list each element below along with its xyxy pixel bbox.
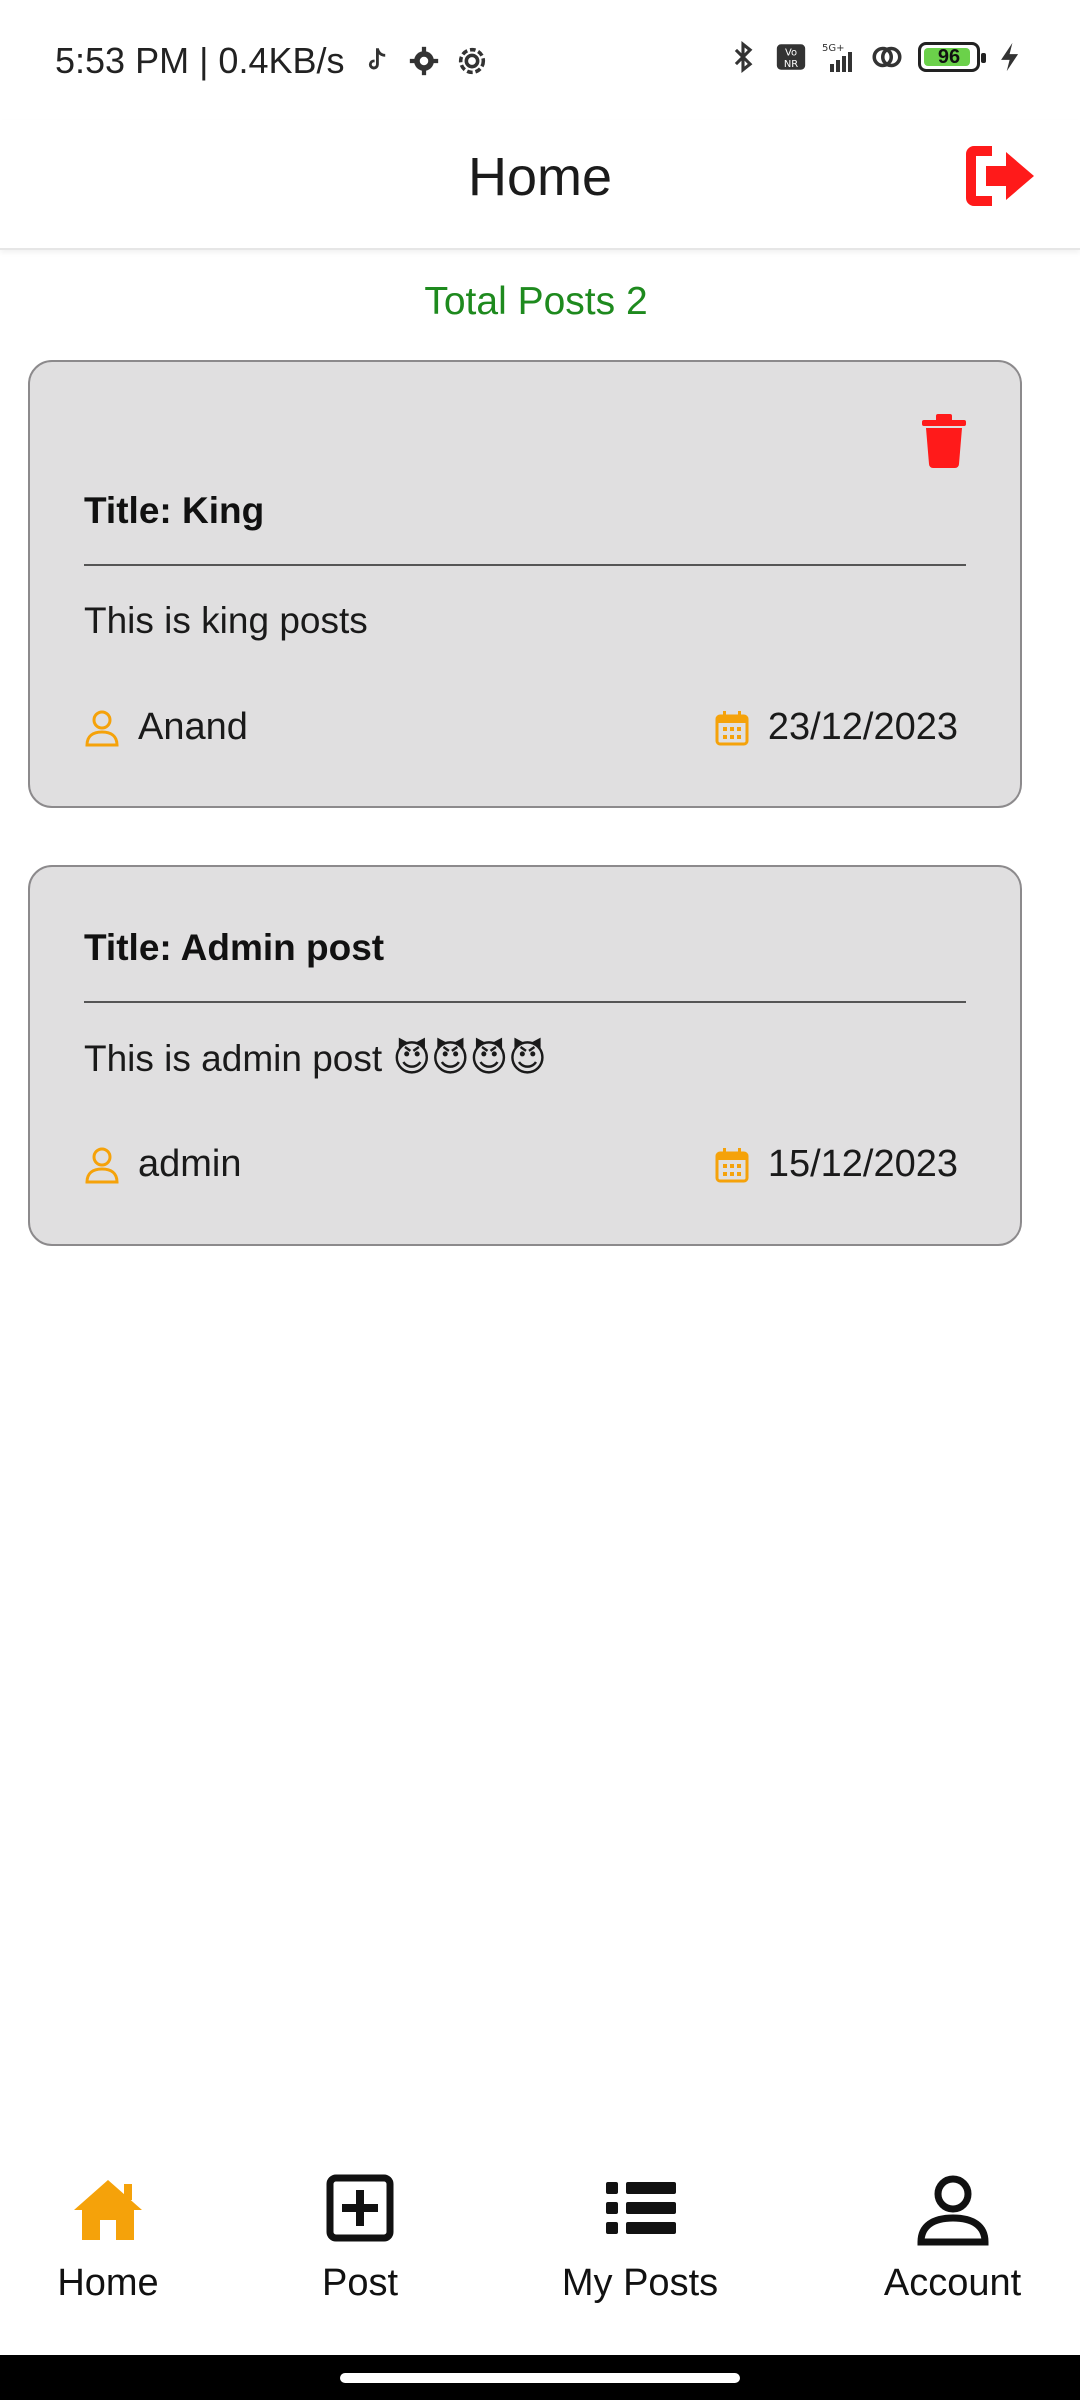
status-bar: 5:53 PM | 0.4KB/s Vo NR 5G+ 96	[0, 0, 1080, 120]
svg-text:Vo: Vo	[785, 48, 797, 59]
post-date: 15/12/2023	[714, 1143, 958, 1186]
trash-icon[interactable]	[920, 414, 968, 468]
post-author: admin	[84, 1143, 242, 1186]
nav-label-home: Home	[57, 2262, 159, 2304]
system-navigation-bar	[0, 2355, 1080, 2400]
logout-icon[interactable]	[962, 140, 1038, 212]
post-date: 23/12/2023	[714, 706, 958, 749]
plus-square-icon	[326, 2174, 394, 2242]
post-body: This is admin post 😈😈😈😈	[84, 1038, 547, 1079]
hotspot-link-icon	[872, 46, 902, 68]
total-posts-count: Total Posts 2	[424, 280, 648, 323]
battery-level: 96	[937, 45, 961, 68]
post-date-value: 15/12/2023	[767, 1143, 958, 1185]
post-author: Anand	[84, 706, 248, 749]
calendar-icon	[715, 710, 749, 745]
post-author-name: Anand	[138, 706, 248, 748]
vonr-icon: VoNR	[776, 44, 806, 70]
post-author-name: admin	[138, 1143, 242, 1185]
post-divider	[84, 1001, 966, 1003]
bluetooth-icon	[734, 41, 753, 73]
settings-gear-icon	[409, 46, 438, 76]
nav-item-home[interactable]: Home	[40, 2170, 176, 2305]
battery-icon: 96	[918, 42, 986, 72]
nav-label-my-posts: My Posts	[561, 2262, 719, 2304]
post-date-value: 23/12/2023	[767, 706, 958, 748]
charging-bolt-icon	[1001, 42, 1019, 72]
page-title: Home	[467, 147, 613, 207]
tiktok-icon	[368, 48, 385, 70]
post-divider	[84, 564, 966, 566]
post-meta: admin 15/12/2023	[84, 1143, 958, 1186]
post-card[interactable]: Title: King This is king posts Anand 23/…	[28, 360, 1022, 808]
user-icon	[916, 2175, 989, 2246]
user-icon	[85, 1147, 119, 1183]
user-icon	[85, 710, 119, 746]
bottom-nav: Home Post My Posts Account	[0, 2150, 1080, 2355]
nav-label-account: Account	[883, 2262, 1022, 2304]
status-right: Vo NR 5G+ 96	[726, 40, 1028, 74]
home-icon	[74, 2180, 142, 2240]
svg-text:5G+: 5G+	[822, 43, 845, 54]
post-title: Title: Admin post	[84, 927, 385, 968]
nav-label-post: Post	[321, 2262, 399, 2304]
status-time-speed: 5:53 PM | 0.4KB/s	[55, 40, 345, 81]
signal-5g-icon: 5G+	[822, 43, 852, 72]
nav-item-post[interactable]: Post	[300, 2170, 420, 2305]
app-header: Home	[0, 120, 1080, 250]
post-card[interactable]: Title: Admin post This is admin post 😈😈😈…	[28, 865, 1022, 1246]
svg-text:NR: NR	[784, 59, 798, 70]
post-meta: Anand 23/12/2023	[84, 706, 958, 749]
post-body: This is king posts	[84, 600, 368, 641]
nav-item-account[interactable]: Account	[870, 2170, 1035, 2305]
nav-item-my-posts[interactable]: My Posts	[540, 2170, 740, 2305]
status-left: 5:53 PM | 0.4KB/s	[55, 40, 489, 82]
sync-gear-icon	[458, 47, 485, 75]
calendar-icon	[715, 1147, 749, 1182]
list-icon	[606, 2182, 676, 2234]
home-indicator[interactable]	[340, 2373, 740, 2383]
post-title: Title: King	[84, 490, 265, 531]
